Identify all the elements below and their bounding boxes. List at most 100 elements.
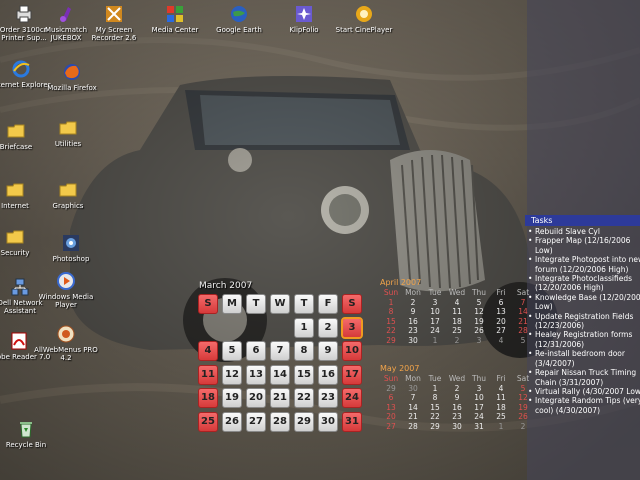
task-item[interactable]: Repair Nissan Truck Timing Chain (3/31/2… [528, 368, 640, 387]
april_calendar-day[interactable]: 17 [424, 317, 446, 327]
task-item[interactable]: Integrate Photoclassifieds (12/20/2006 H… [528, 274, 640, 293]
april_calendar-day[interactable]: 29 [380, 336, 402, 346]
march-day-cell[interactable]: 24 [342, 388, 362, 408]
may_calendar-day[interactable]: 25 [490, 412, 512, 422]
april_calendar-day[interactable]: 3 [468, 336, 490, 346]
task-item[interactable]: Integrate Random Tips (very cool) (4/30/… [528, 396, 640, 415]
task-item[interactable]: Virtual Rally (4/30/2007 Low) [528, 387, 640, 397]
task-item[interactable]: Healey Registration forms (12/31/2006) [528, 330, 640, 349]
april_calendar-day[interactable]: 4 [446, 298, 468, 308]
may_calendar-day[interactable]: 13 [380, 403, 402, 413]
desktop-icon-cineplayer[interactable]: Start CinePlayer [332, 4, 396, 34]
april_calendar-day[interactable]: 11 [446, 307, 468, 317]
may_calendar-day[interactable]: 18 [490, 403, 512, 413]
march-day-cell[interactable]: 13 [246, 364, 266, 385]
april_calendar-day[interactable]: 6 [490, 298, 512, 308]
may_calendar-day[interactable]: 23 [446, 412, 468, 422]
march-day-cell[interactable]: 14 [270, 364, 290, 385]
may_calendar-day[interactable]: 11 [490, 393, 512, 403]
desktop-icon-klipfolio[interactable]: KlipFolio [272, 4, 336, 34]
april_calendar-day[interactable]: 26 [468, 326, 490, 336]
may_calendar-day[interactable]: 2 [512, 422, 534, 432]
april_calendar-day[interactable]: 23 [402, 326, 424, 336]
april_calendar-day[interactable]: 1 [424, 336, 446, 346]
may_calendar-day[interactable]: 30 [402, 384, 424, 394]
may_calendar-day[interactable]: 20 [380, 412, 402, 422]
task-item[interactable]: Update Registration Fields (12/23/2006) [528, 312, 640, 331]
march-day-cell[interactable]: 16 [318, 364, 338, 385]
task-item[interactable]: Integrate Photopost into new forum (12/2… [528, 255, 640, 274]
march-day-cell[interactable]: 19 [222, 388, 242, 408]
may_calendar-day[interactable]: 17 [468, 403, 490, 413]
march-day-cell[interactable]: 28 [270, 411, 290, 432]
may_calendar-day[interactable]: 8 [424, 393, 446, 403]
april_calendar-day[interactable]: 25 [446, 326, 468, 336]
april_calendar-day[interactable]: 4 [490, 336, 512, 346]
may_calendar-day[interactable]: 31 [468, 422, 490, 432]
may_calendar-day[interactable]: 1 [424, 384, 446, 394]
desktop-icon-recycle-bin[interactable]: Recycle Bin [0, 419, 58, 449]
may_calendar-day[interactable]: 27 [380, 422, 402, 432]
desktop-icon-media-center[interactable]: Media Center [143, 4, 207, 34]
april_calendar-day[interactable]: 9 [402, 307, 424, 317]
may_calendar-day[interactable]: 4 [490, 384, 512, 394]
march-day-cell[interactable]: 12 [222, 364, 242, 385]
may_calendar-day[interactable]: 14 [402, 403, 424, 413]
task-item[interactable]: Rebuild Slave Cyl [528, 227, 640, 237]
march-day-cell[interactable]: 29 [294, 411, 314, 432]
desktop-icon-screen-recorder[interactable]: My Screen Recorder 2.6 [82, 4, 146, 42]
april_calendar-day[interactable]: 13 [490, 307, 512, 317]
march-day-cell[interactable]: 26 [222, 411, 242, 432]
desktop-icon-allwebmenus[interactable]: AllWebMenus PRO 4.2 [34, 324, 98, 362]
april_calendar-day[interactable]: 19 [468, 317, 490, 327]
desktop-icon-graphics[interactable]: Graphics [36, 180, 100, 210]
april_calendar-day[interactable]: 30 [402, 336, 424, 346]
may_calendar-day[interactable]: 29 [424, 422, 446, 432]
april_calendar-day[interactable]: 2 [446, 336, 468, 346]
april_calendar-day[interactable]: 3 [424, 298, 446, 308]
may_calendar-day[interactable]: 6 [380, 393, 402, 403]
desktop-icon-windows-media-player[interactable]: Windows Media Player [34, 271, 98, 309]
march-day-cell[interactable]: 21 [270, 388, 290, 408]
march-day-cell[interactable]: 8 [294, 341, 314, 361]
march-day-cell[interactable]: 18 [198, 388, 218, 408]
april_calendar-day[interactable]: 20 [490, 317, 512, 327]
march-day-cell[interactable]: 11 [198, 364, 218, 385]
april_calendar-day[interactable]: 18 [446, 317, 468, 327]
may_calendar-day[interactable]: 21 [402, 412, 424, 422]
march-day-cell[interactable]: 23 [318, 388, 338, 408]
desktop-icon-photoshop[interactable]: Photoshop [39, 233, 103, 263]
april_calendar-day[interactable]: 27 [490, 326, 512, 336]
april_calendar-day[interactable]: 16 [402, 317, 424, 327]
april_calendar-day[interactable]: 24 [424, 326, 446, 336]
may_calendar-day[interactable]: 24 [468, 412, 490, 422]
march-day-cell[interactable]: 22 [294, 388, 314, 408]
may_calendar-day[interactable]: 9 [446, 393, 468, 403]
march-day-cell[interactable]: 2 [318, 317, 338, 338]
desktop-icon-google-earth[interactable]: Google Earth [207, 4, 271, 34]
april_calendar-day[interactable]: 1 [380, 298, 402, 308]
april_calendar-day[interactable]: 10 [424, 307, 446, 317]
march-day-cell[interactable]: 20 [246, 388, 266, 408]
march-day-cell[interactable]: 15 [294, 364, 314, 385]
march-day-cell[interactable]: 25 [198, 411, 218, 432]
april_calendar-day[interactable]: 2 [402, 298, 424, 308]
may_calendar-day[interactable]: 7 [402, 393, 424, 403]
march-day-cell[interactable]: 3 [341, 316, 363, 339]
may_calendar-day[interactable]: 3 [468, 384, 490, 394]
april_calendar-day[interactable]: 22 [380, 326, 402, 336]
task-item[interactable]: Knowledge Base (12/20/2006 Low) [528, 293, 640, 312]
april_calendar-day[interactable]: 8 [380, 307, 402, 317]
march-day-cell[interactable]: 7 [270, 341, 290, 361]
may_calendar-day[interactable]: 30 [446, 422, 468, 432]
march-day-cell[interactable]: 5 [222, 341, 242, 361]
march-day-cell[interactable]: 10 [342, 341, 362, 361]
may_calendar-day[interactable]: 28 [402, 422, 424, 432]
may_calendar-day[interactable]: 1 [490, 422, 512, 432]
march-day-cell[interactable]: 6 [246, 341, 266, 361]
may_calendar-day[interactable]: 15 [424, 403, 446, 413]
may_calendar-day[interactable]: 2 [446, 384, 468, 394]
may_calendar-day[interactable]: 22 [424, 412, 446, 422]
march-day-cell[interactable]: 27 [246, 411, 266, 432]
task-item[interactable]: Frapper Map (12/16/2006 Low) [528, 236, 640, 255]
